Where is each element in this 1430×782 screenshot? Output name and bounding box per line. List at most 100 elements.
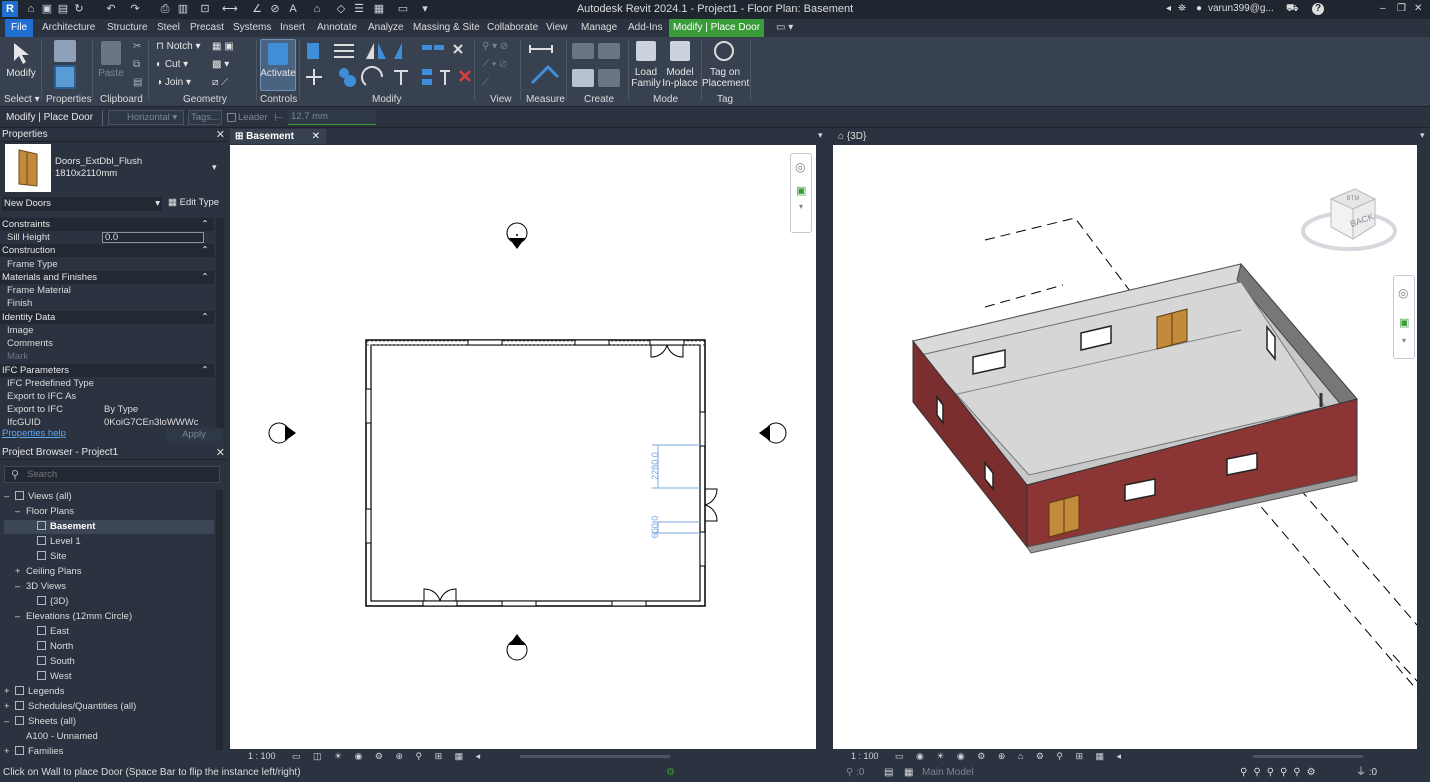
prop-row-export-ifc-as[interactable]: Export to IFC As bbox=[0, 390, 214, 403]
prop-group-ifc[interactable]: IFC Parameters ⌃ bbox=[0, 364, 214, 377]
load-family-button[interactable]: Load Family bbox=[630, 67, 662, 89]
browser-item[interactable]: – Floor Plans bbox=[4, 505, 214, 519]
close-properties-icon[interactable]: ✕ bbox=[216, 128, 225, 142]
floor-plan-viewport[interactable]: 2280.0 600.0 ◎ ▣ ▾ bbox=[230, 145, 816, 749]
activate-button[interactable]: Activate bbox=[258, 68, 298, 79]
workset-icon[interactable]: ⚙ bbox=[666, 764, 675, 782]
tab-manage[interactable]: Manage bbox=[577, 19, 621, 37]
view-tools-icons-1[interactable]: ⚲ ▾ ⊘ bbox=[482, 41, 508, 52]
browser-item[interactable]: South bbox=[4, 655, 214, 669]
plan-scale[interactable]: 1 : 100 bbox=[248, 750, 276, 763]
collapse-icon[interactable]: – bbox=[4, 715, 15, 729]
plan-door-north[interactable] bbox=[649, 339, 685, 358]
modify-button[interactable]: Modify bbox=[4, 68, 38, 79]
plan-window[interactable] bbox=[501, 600, 537, 607]
elevation-marker-north[interactable] bbox=[506, 222, 528, 249]
user-icon[interactable]: ● bbox=[1196, 3, 1202, 14]
measure-icon[interactable] bbox=[528, 43, 562, 89]
copy-icon[interactable]: ⧉ bbox=[133, 59, 140, 70]
temporary-dimension-2[interactable]: 600.0 bbox=[650, 516, 660, 539]
browser-item[interactable]: + Legends bbox=[4, 685, 214, 699]
elevation-marker-east[interactable] bbox=[759, 422, 787, 444]
collapse-icon[interactable]: – bbox=[15, 580, 26, 594]
cut-clipboard-icon[interactable]: ✂ bbox=[133, 41, 141, 52]
geometry-icon-2[interactable]: ▩ ▾ bbox=[212, 59, 229, 70]
filter-count[interactable]: ⏚ :0 bbox=[1356, 764, 1377, 782]
temporary-dimension-1[interactable]: 2280.0 bbox=[650, 452, 660, 480]
prop-row-frame-type[interactable]: Frame Type bbox=[0, 258, 214, 271]
plan-window[interactable] bbox=[699, 411, 706, 447]
plan-horizontal-scrollbar[interactable] bbox=[520, 755, 670, 758]
prop-row-export-ifc[interactable]: Export to IFC By Type bbox=[0, 403, 214, 416]
tab-analyze[interactable]: Analyze bbox=[364, 19, 408, 37]
tags-button[interactable]: Tags... bbox=[188, 110, 222, 125]
browser-item[interactable]: {3D} bbox=[4, 595, 214, 609]
user-name[interactable]: varun399@g... bbox=[1208, 3, 1274, 14]
tab-basement-view[interactable]: ⊞ Basement ✕ bbox=[230, 129, 326, 144]
prop-row-image[interactable]: Image bbox=[0, 324, 214, 337]
panel-select[interactable]: Select ▾ bbox=[4, 94, 40, 105]
search-input[interactable] bbox=[27, 468, 217, 481]
view-tools-icons-3[interactable]: ⟋ bbox=[482, 77, 489, 88]
prop-group-construction[interactable]: Construction ⌃ bbox=[0, 244, 214, 257]
prop-row-frame-material[interactable]: Frame Material bbox=[0, 284, 214, 297]
collapse-icon[interactable]: – bbox=[15, 610, 26, 624]
create-parts-icon[interactable] bbox=[572, 69, 594, 87]
model-inplace-button[interactable]: Model In-place bbox=[662, 67, 698, 89]
expand-icon[interactable]: + bbox=[4, 745, 15, 759]
3d-view-controls-icons[interactable]: ▭ ◉ ☀ ◉ ⚙ ⊕ ⌂ ⚙ ⚲ ⊞ ▦ ◂ bbox=[895, 750, 1126, 763]
collapse-icon[interactable]: – bbox=[4, 490, 15, 504]
tab-massing-site[interactable]: Massing & Site bbox=[409, 19, 484, 37]
view-tools-icons-2[interactable]: ⟋ ▾ ⊘ bbox=[482, 59, 507, 70]
browser-item[interactable]: East bbox=[4, 625, 214, 639]
tab-view[interactable]: View bbox=[542, 19, 572, 37]
notch-button[interactable]: ⊓ Notch ▾ bbox=[156, 41, 201, 52]
prop-row-finish[interactable]: Finish bbox=[0, 297, 214, 310]
plan-view-controls-icons[interactable]: ▭ ◫ ☀ ◉ ⚙ ⊕ ⚲ ⊞ ▦ ◂ bbox=[292, 750, 485, 763]
steering-wheel-3d-icon[interactable]: ◎ bbox=[1398, 286, 1408, 300]
collapse-icon[interactable]: – bbox=[15, 505, 26, 519]
expand-icon[interactable]: + bbox=[4, 685, 15, 699]
browser-item[interactable]: + Ceiling Plans bbox=[4, 565, 214, 579]
type-properties-icon[interactable] bbox=[54, 40, 76, 62]
browser-item[interactable]: – Views (all) bbox=[4, 490, 214, 504]
3d-viewport[interactable]: BACK BTM ◎ ▣ ▾ bbox=[833, 145, 1418, 749]
properties-icon[interactable] bbox=[54, 65, 76, 89]
prop-group-constraints[interactable]: Constraints ⌃ bbox=[0, 218, 214, 231]
plan-window[interactable] bbox=[365, 508, 372, 544]
prop-group-identity[interactable]: Identity Data ⌃ bbox=[0, 311, 214, 324]
design-options-icon[interactable]: ▤ bbox=[884, 764, 893, 782]
plan-window[interactable] bbox=[467, 339, 503, 346]
modify-tools-icons[interactable] bbox=[304, 41, 474, 91]
tab-structure[interactable]: Structure bbox=[103, 19, 152, 37]
close-basement-tab-icon[interactable]: ✕ bbox=[312, 129, 320, 144]
plan-door-east-placing[interactable] bbox=[704, 488, 718, 522]
worksets-count[interactable]: ⚲ :0 bbox=[846, 764, 864, 782]
steering-wheel-icon[interactable]: ◎ bbox=[795, 160, 805, 174]
elevation-marker-south[interactable] bbox=[506, 634, 528, 661]
tab-steel[interactable]: Steel bbox=[153, 19, 184, 37]
ribbon-options-icon[interactable]: ▭ ▾ bbox=[772, 19, 797, 37]
expand-icon[interactable]: + bbox=[4, 700, 15, 714]
zoom-3d-menu-icon[interactable]: ▾ bbox=[1402, 336, 1406, 345]
leader-length-input[interactable]: 12.7 mm bbox=[288, 110, 376, 125]
geometry-icon-1[interactable]: ▦ ▣ bbox=[212, 41, 234, 52]
prop-row-mark[interactable]: Mark bbox=[0, 350, 214, 363]
3d-tab-menu-icon[interactable]: ▾ bbox=[1420, 130, 1425, 141]
leader-checkbox[interactable] bbox=[227, 113, 236, 122]
browser-search[interactable]: ⚲ bbox=[4, 466, 220, 483]
tab-add-ins[interactable]: Add-Ins bbox=[624, 19, 666, 37]
3d-vertical-scrollbar[interactable] bbox=[1417, 145, 1430, 749]
selection-filter-icons[interactable]: ⚲⚲⚲⚲⚲⚙ bbox=[1240, 764, 1322, 782]
close-browser-icon[interactable]: ✕ bbox=[216, 446, 225, 460]
geometry-icon-3[interactable]: ⧄ ⟋ bbox=[212, 77, 228, 88]
maximize-button[interactable]: ❐ bbox=[1397, 3, 1406, 14]
prop-row-comments[interactable]: Comments bbox=[0, 337, 214, 350]
plan-vertical-scrollbar[interactable] bbox=[816, 145, 826, 749]
cut-button[interactable]: ◐ Cut ▾ bbox=[156, 59, 188, 70]
create-assembly-icon[interactable] bbox=[598, 69, 620, 87]
browser-item[interactable]: –3D Views bbox=[4, 580, 214, 594]
close-button[interactable]: ✕ bbox=[1414, 3, 1422, 14]
zoom-3d-icon[interactable]: ▣ bbox=[1399, 316, 1409, 329]
create-similar-icon[interactable] bbox=[572, 43, 594, 59]
